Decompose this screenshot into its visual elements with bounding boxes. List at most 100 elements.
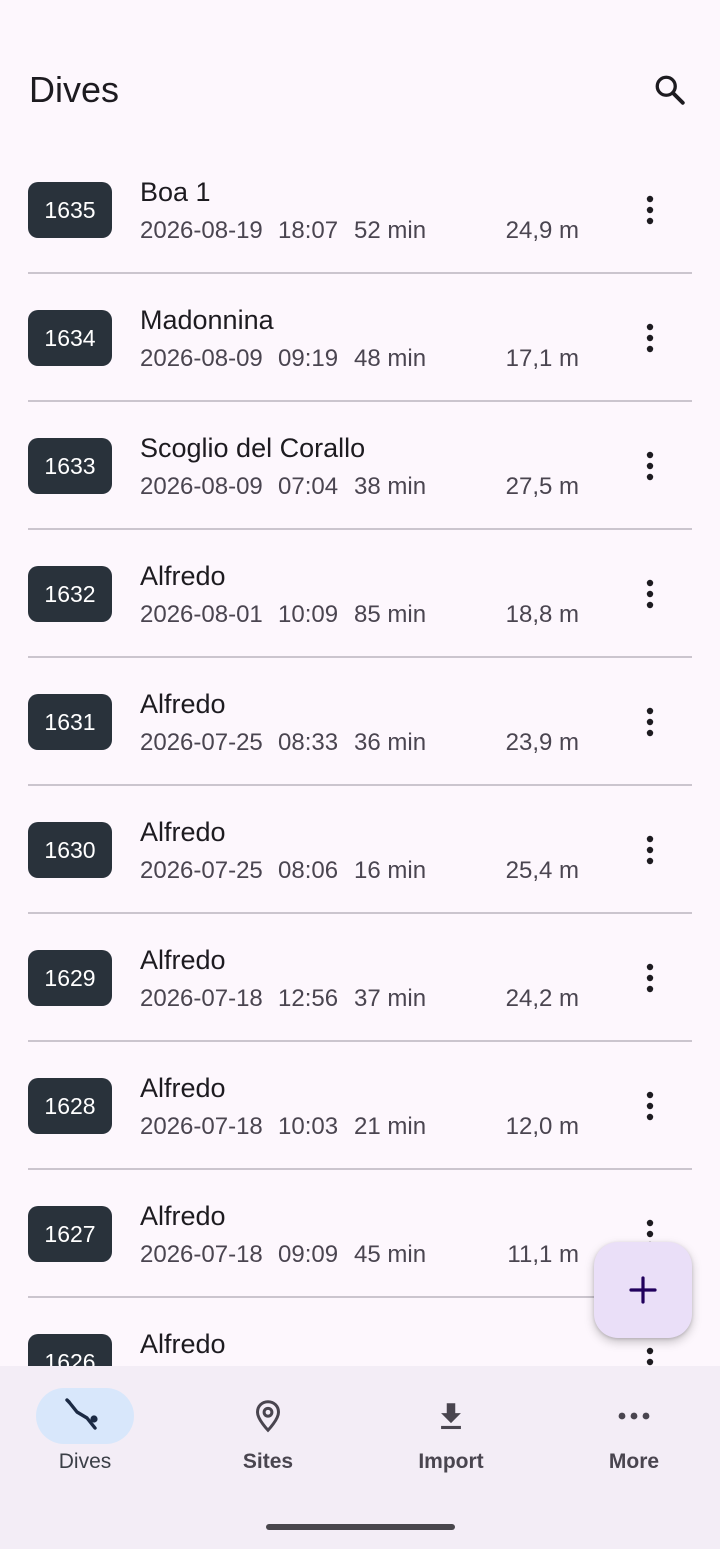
dive-row[interactable]: 1629 Alfredo 2026-07-18 12:56 37 min 24,…: [0, 914, 720, 1042]
download-icon: [441, 1403, 461, 1430]
dive-date: 2026-07-18: [140, 985, 263, 1012]
dive-site-name: Scoglio del Corallo: [140, 433, 366, 463]
bottom-navigation-bar: Dives Sites Import More: [0, 1366, 720, 1549]
dive-number-badge: 1627: [28, 1206, 112, 1262]
more-vert-icon: [646, 707, 654, 737]
dive-time: 18:07: [278, 217, 339, 244]
nav-label-dives: Dives: [58, 1450, 112, 1473]
more-vert-icon: [646, 195, 654, 225]
dive-max-depth: 27,5 m: [505, 473, 579, 500]
nav-item-more[interactable]: More: [549, 1366, 720, 1496]
dive-duration: 45 min: [354, 1241, 427, 1268]
dive-date: 2026-08-09: [140, 345, 263, 372]
dive-overflow-menu-button[interactable]: [626, 570, 674, 618]
more-vert-icon: [646, 1347, 654, 1366]
add-dive-button[interactable]: [594, 1242, 692, 1338]
dive-duration: 37 min: [354, 985, 427, 1012]
dive-duration: 38 min: [354, 473, 427, 500]
dive-row[interactable]: 1633 Scoglio del Corallo 2026-08-09 07:0…: [0, 402, 720, 530]
dive-site-name: Alfredo: [140, 1073, 226, 1103]
dive-date: 2026-08-01: [140, 601, 263, 628]
dive-max-depth: 12,0 m: [505, 1113, 579, 1140]
dive-site-name: Alfredo: [140, 817, 226, 847]
dive-number-badge: 1631: [28, 694, 112, 750]
nav-label-sites: Sites: [242, 1450, 294, 1473]
dive-max-depth: 11,1 m: [507, 1241, 579, 1268]
dive-row[interactable]: 1631 Alfredo 2026-07-25 08:33 36 min 23,…: [0, 658, 720, 786]
dive-max-depth: 17,1 m: [505, 345, 579, 372]
dive-date: 2026-07-18: [140, 1241, 263, 1268]
dive-row[interactable]: 1635 Boa 1 2026-08-19 18:07 52 min 24,9 …: [0, 146, 720, 274]
dive-number-badge: 1634: [28, 310, 112, 366]
dive-duration: 21 min: [354, 1113, 427, 1140]
dive-site-name: Boa 1: [140, 177, 211, 207]
dive-site-name: Alfredo: [140, 561, 226, 591]
more-vert-icon: [646, 835, 654, 865]
nav-item-dives[interactable]: Dives: [0, 1366, 180, 1496]
dive-date: 2026-08-09: [140, 473, 263, 500]
dive-site-name: Alfredo: [140, 1329, 226, 1359]
dive-overflow-menu-button[interactable]: [626, 1082, 674, 1130]
add-icon: [629, 1276, 657, 1304]
dive-duration: 85 min: [354, 601, 427, 628]
dive-row[interactable]: 1632 Alfredo 2026-08-01 10:09 85 min 18,…: [0, 530, 720, 658]
dive-duration: 36 min: [354, 729, 427, 756]
dive-number-badge: 1628: [28, 1078, 112, 1134]
page-title: Dives: [29, 69, 120, 110]
dive-list[interactable]: 1635 Boa 1 2026-08-19 18:07 52 min 24,9 …: [0, 146, 720, 1366]
dive-overflow-menu-button[interactable]: [626, 442, 674, 490]
dive-time: 08:06: [278, 857, 339, 884]
dive-number-badge: 1633: [28, 438, 112, 494]
top-app-bar: Dives: [0, 0, 720, 150]
more-vert-icon: [646, 963, 654, 993]
more-vert-icon: [646, 579, 654, 609]
dive-overflow-menu-button[interactable]: [626, 826, 674, 874]
dive-overflow-menu-button[interactable]: [626, 1338, 674, 1366]
dive-time: 10:03: [278, 1113, 339, 1140]
dive-time: 08:33: [278, 729, 339, 756]
more-horiz-icon: [618, 1412, 650, 1420]
dive-max-depth: 25,4 m: [505, 857, 579, 884]
dive-max-depth: 18,8 m: [505, 601, 579, 628]
dive-time: 10:09: [278, 601, 339, 628]
nav-active-indicator: [36, 1388, 134, 1444]
dive-row[interactable]: 1628 Alfredo 2026-07-18 10:03 21 min 12,…: [0, 1042, 720, 1170]
home-indicator[interactable]: [266, 1524, 455, 1530]
nav-item-sites[interactable]: Sites: [183, 1366, 363, 1496]
search-button[interactable]: [642, 62, 698, 118]
dive-site-name: Alfredo: [140, 689, 226, 719]
nav-item-import[interactable]: Import: [366, 1366, 546, 1496]
dive-number-badge: 1632: [28, 566, 112, 622]
diver-icon: [65, 1398, 98, 1430]
dive-date: 2026-07-25: [140, 729, 263, 756]
nav-label-more: More: [608, 1450, 660, 1473]
dive-max-depth: 24,9 m: [505, 217, 579, 244]
nav-icon-container: [585, 1388, 683, 1444]
dive-max-depth: 23,9 m: [505, 729, 579, 756]
dive-date: 2026-07-18: [140, 1113, 263, 1140]
dive-overflow-menu-button[interactable]: [626, 314, 674, 362]
dive-time: 12:56: [278, 985, 339, 1012]
dive-overflow-menu-button[interactable]: [626, 186, 674, 234]
dive-number-badge: 1630: [28, 822, 112, 878]
dive-number-badge: 1629: [28, 950, 112, 1006]
dive-site-name: Alfredo: [140, 945, 226, 975]
more-vert-icon: [646, 1091, 654, 1121]
dive-number-badge: 1635: [28, 182, 112, 238]
dive-site-name: Alfredo: [140, 1201, 226, 1231]
dive-row[interactable]: 1634 Madonnina 2026-08-09 09:19 48 min 1…: [0, 274, 720, 402]
dive-time: 07:04: [278, 473, 339, 500]
dive-duration: 52 min: [354, 217, 427, 244]
more-vert-icon: [646, 323, 654, 353]
dive-max-depth: 24,2 m: [505, 985, 579, 1012]
search-icon: [655, 75, 685, 105]
nav-icon-container: [219, 1388, 317, 1444]
dive-date: 2026-07-25: [140, 857, 263, 884]
dive-row[interactable]: 1630 Alfredo 2026-07-25 08:06 16 min 25,…: [0, 786, 720, 914]
more-vert-icon: [646, 451, 654, 481]
dive-time: 09:09: [278, 1241, 339, 1268]
dive-number-badge: 1626: [28, 1334, 112, 1366]
dive-overflow-menu-button[interactable]: [626, 954, 674, 1002]
location-pin-icon: [255, 1400, 281, 1433]
dive-overflow-menu-button[interactable]: [626, 698, 674, 746]
